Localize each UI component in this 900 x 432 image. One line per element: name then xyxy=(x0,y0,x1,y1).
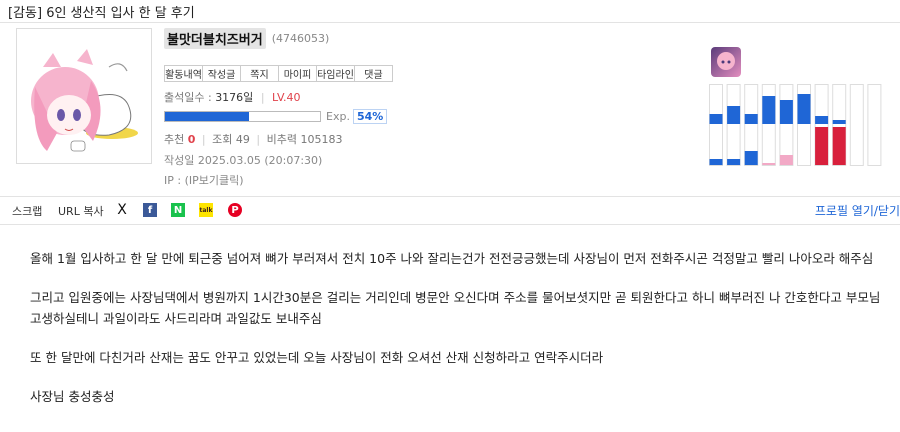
chart-bar-top xyxy=(797,94,811,124)
post-title: [감동] 6인 생산직 입사 한 달 후기 xyxy=(8,6,195,21)
ratio-value: 105183 xyxy=(300,133,343,146)
chart-bar-bottom xyxy=(832,127,846,165)
exp-label: Exp. xyxy=(326,110,350,123)
mypi-button[interactable]: 마이피 xyxy=(278,65,317,82)
post-paragraph: 그리고 입원중에는 사장님댁에서 병원까지 1시간30분은 걸리는 거리인데 병… xyxy=(30,290,881,326)
posts-button[interactable]: 작성글 xyxy=(202,65,241,82)
title-divider xyxy=(0,22,900,23)
author-nickname[interactable]: 불맛더블치즈버거 xyxy=(164,28,266,49)
avatar-illustration xyxy=(31,49,138,152)
profile-toggle-button[interactable]: 프로필 열기/닫기 xyxy=(815,202,900,219)
chart-bar-bottom xyxy=(744,151,758,165)
profile-divider xyxy=(0,196,900,197)
author-menu: 활동내역 작성글 쪽지 마이피 타임라인 댓글 xyxy=(164,65,393,82)
attendance-value: 3176일 xyxy=(215,91,254,104)
post-paragraph: 사장님 충성충성 xyxy=(30,389,115,404)
content-divider xyxy=(0,224,900,225)
chart-bar-bottom xyxy=(727,159,741,165)
level-badge: LV.40 xyxy=(272,91,301,104)
chart-bar-top xyxy=(727,106,741,124)
recommend-count: 0 xyxy=(187,133,196,146)
chart-column xyxy=(779,84,794,166)
chart-column xyxy=(726,84,741,166)
chart-bar-bottom xyxy=(815,127,829,165)
views-label: 조회 xyxy=(212,133,233,146)
ratio-label: 비추력 xyxy=(266,133,297,146)
exp-label-group: Exp. 54% xyxy=(326,109,388,124)
chart-bar-top xyxy=(744,114,758,124)
chart-bar-top xyxy=(779,100,793,124)
stats-separator: | xyxy=(256,133,261,146)
chart-bar-top xyxy=(709,114,723,124)
recommend-label: 추천 xyxy=(164,133,185,146)
ip-link[interactable]: IP : (IP보기클릭) xyxy=(164,172,244,188)
post-body: 올해 1월 입사하고 한 달 만에 퇴근중 넘어져 뼈가 부러져서 전치 10주… xyxy=(30,248,890,425)
share-bar: 스크랩 URL 복사 X f N talk P 프로필 열기/닫기 xyxy=(0,200,900,222)
scrap-button[interactable]: 스크랩 xyxy=(12,203,42,219)
attendance-row: 출석일수 : 3176일 | LV.40 xyxy=(164,89,301,105)
author-avatar[interactable] xyxy=(16,28,152,164)
post-paragraph: 올해 1월 입사하고 한 달 만에 퇴근중 넘어져 뼈가 부러져서 전치 10주… xyxy=(30,251,874,266)
chart-bar-bottom xyxy=(762,163,776,165)
author-id: (4746053) xyxy=(271,32,330,45)
post-paragraph: 또 한 달만에 다친거라 산재는 꿈도 안꾸고 있었는데 오늘 사장님이 전화 … xyxy=(30,350,604,365)
naver-icon[interactable]: N xyxy=(171,203,185,217)
chart-bar-top xyxy=(832,120,846,124)
stats-separator: | xyxy=(201,133,206,146)
x-icon[interactable]: X xyxy=(115,202,129,218)
small-avatar-illustration xyxy=(717,52,735,70)
views-count: 49 xyxy=(235,133,250,146)
pinterest-icon[interactable]: P xyxy=(228,203,242,217)
exp-percent: 54% xyxy=(352,109,388,124)
facebook-icon[interactable]: f xyxy=(143,203,157,217)
chart-column xyxy=(709,84,723,166)
timeline-button[interactable]: 타임라인 xyxy=(316,65,355,82)
chart-bar-bottom xyxy=(779,155,793,165)
post-date: 작성일 2025.03.05 (20:07:30) xyxy=(164,154,323,167)
kakao-icon[interactable]: talk xyxy=(199,203,213,217)
url-copy-button[interactable]: URL 복사 xyxy=(58,203,104,219)
attendance-label: 출석일수 : xyxy=(164,91,212,104)
chart-column xyxy=(849,84,864,166)
attendance-separator: | xyxy=(260,91,265,104)
chart-bar-top xyxy=(815,116,829,124)
chart-bar-top xyxy=(762,96,776,124)
exp-bar xyxy=(164,111,321,122)
post-stats: 추천 0 | 조회 49 | 비추력 105183 xyxy=(164,131,342,147)
chart-column xyxy=(867,84,882,166)
comments-button[interactable]: 댓글 xyxy=(354,65,393,82)
exp-bar-fill xyxy=(165,112,249,121)
chart-bar-bottom xyxy=(709,159,723,165)
author-small-avatar[interactable] xyxy=(711,47,741,77)
activity-chart xyxy=(709,84,882,166)
activity-button[interactable]: 활동내역 xyxy=(164,65,203,82)
message-button[interactable]: 쪽지 xyxy=(240,65,279,82)
